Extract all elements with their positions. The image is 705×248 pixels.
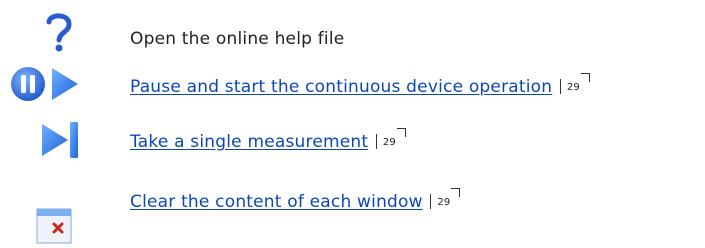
single-measurement-link[interactable]: Take a single measurement	[130, 132, 368, 152]
clear-window-icon[interactable]	[36, 208, 72, 248]
play-icon[interactable]	[50, 66, 80, 106]
clear-window-link[interactable]: Clear the content of each window	[130, 192, 423, 212]
pause-start-label: Pause and start the continuous device op…	[130, 73, 590, 97]
page-number: 29	[382, 137, 396, 148]
row-pause-start: Pause and start the continuous device op…	[0, 64, 705, 104]
page-reference[interactable]: 29	[430, 188, 461, 209]
pause-start-link[interactable]: Pause and start the continuous device op…	[130, 77, 552, 97]
clear-window-label: Clear the content of each window 29	[130, 188, 461, 212]
row-help: Open the online help file	[0, 12, 705, 52]
page-number: 29	[566, 82, 580, 93]
single-measurement-label: Take a single measurement 29	[130, 128, 406, 152]
page-fold-icon	[580, 73, 590, 82]
page-reference[interactable]: 29	[375, 128, 406, 149]
step-measure-icon[interactable]	[40, 118, 84, 166]
help-label: Open the online help file	[130, 29, 345, 49]
page-number: 29	[437, 197, 451, 208]
row-clear-window: Clear the content of each window 29	[0, 180, 705, 244]
question-mark-icon	[43, 12, 75, 58]
page-fold-icon	[396, 128, 406, 137]
pause-icon[interactable]	[10, 66, 46, 106]
row-single-measurement: Take a single measurement 29	[0, 118, 705, 158]
page-reference[interactable]: 29	[559, 73, 590, 94]
page-fold-icon	[451, 188, 461, 197]
